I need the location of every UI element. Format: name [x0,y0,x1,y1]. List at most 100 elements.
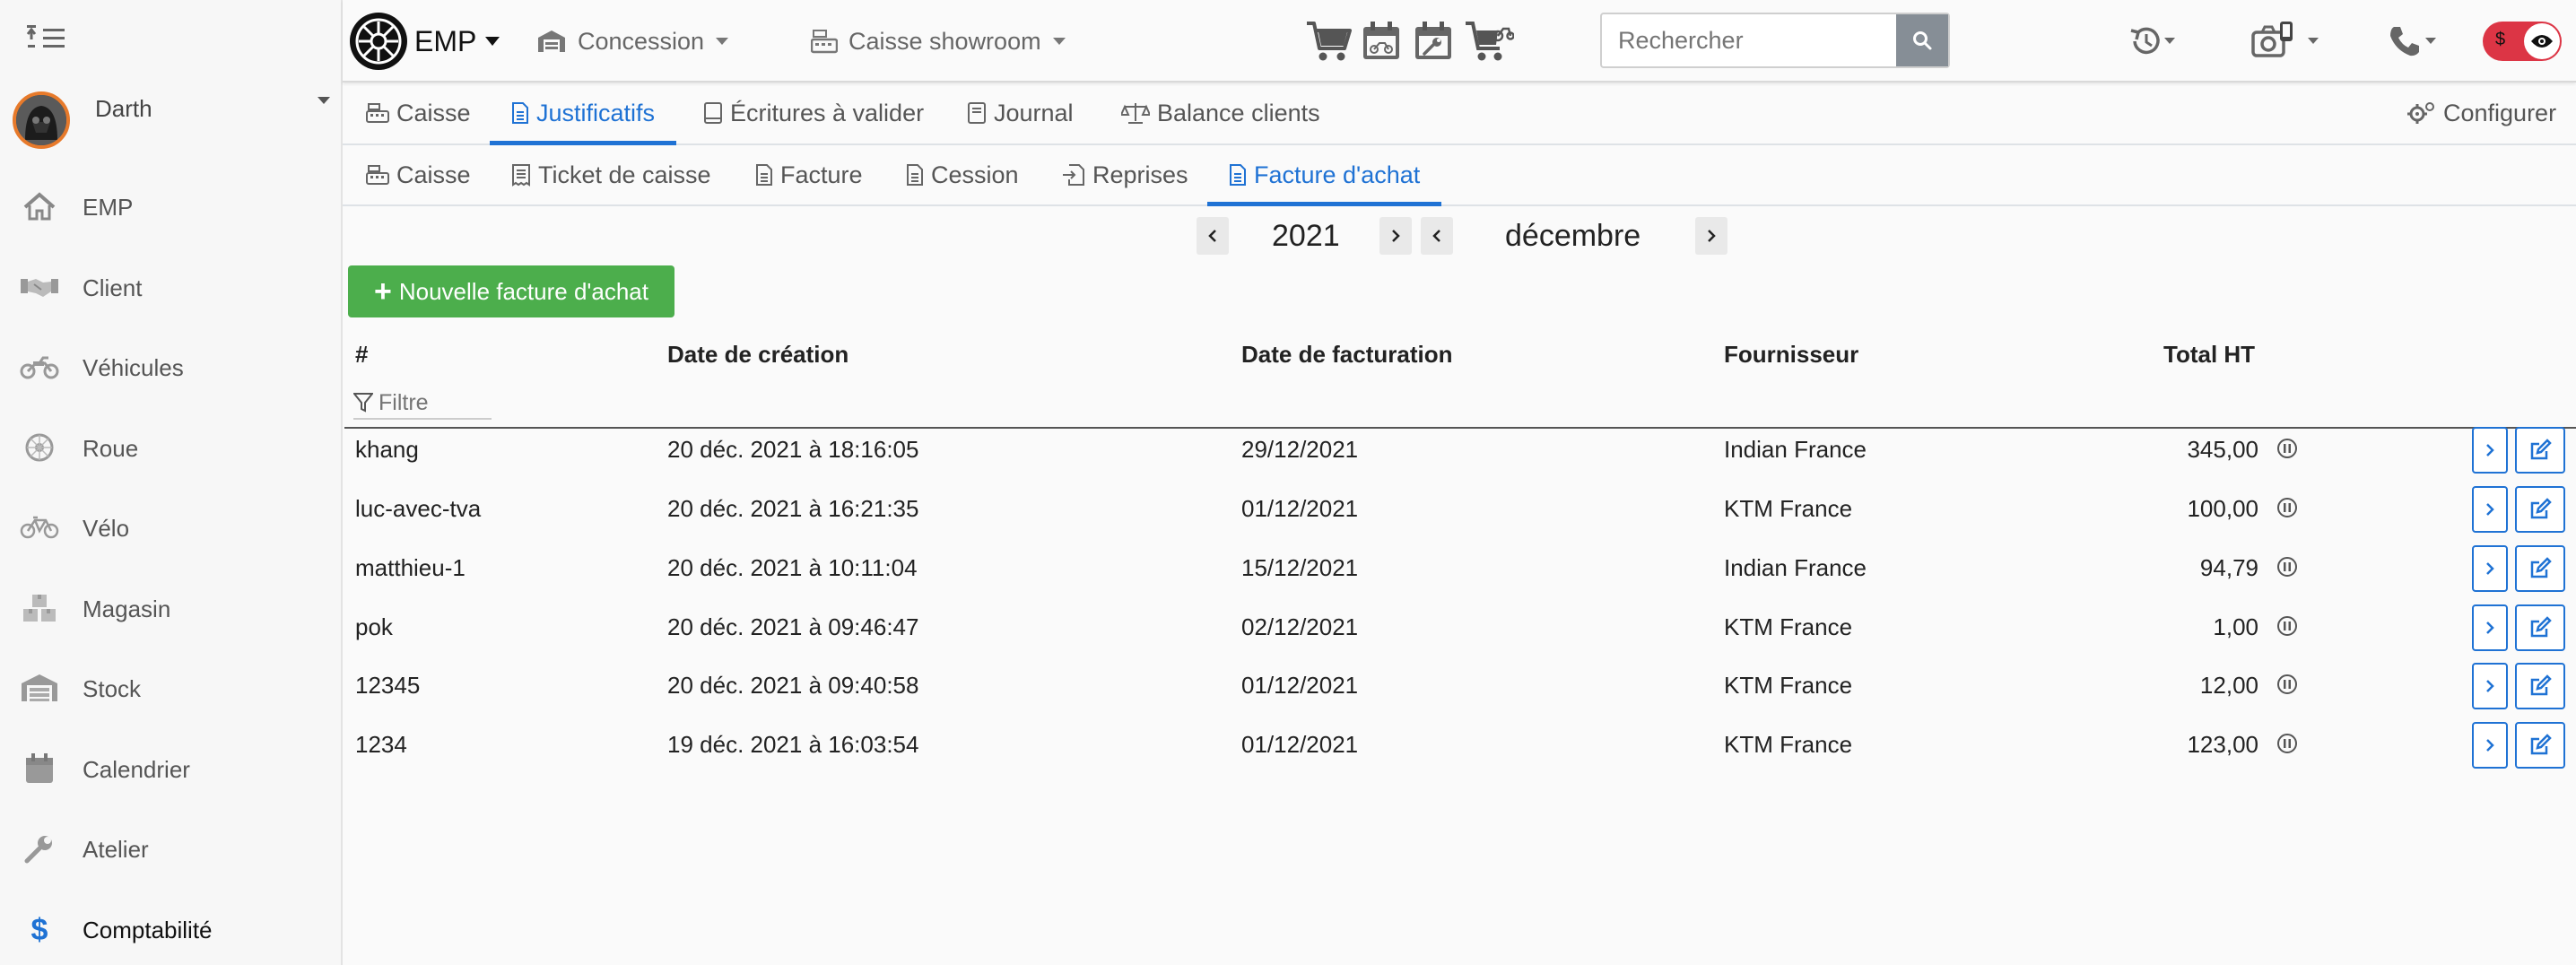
row-open-button[interactable] [2472,486,2508,533]
sidebar-item-velo[interactable]: Vélo [0,488,341,569]
subtab-caisse[interactable]: Caisse [366,145,471,204]
boxes-icon [20,592,59,624]
sidebar-item-emp[interactable]: EMP [0,167,341,248]
cell-created: 20 déc. 2021 à 16:21:35 [667,495,919,522]
brand-dropdown[interactable]: EMP [350,13,501,70]
pause-icon [2276,438,2298,459]
sidebar-item-client[interactable]: Client [0,248,341,328]
sidebar-toggle-icon[interactable] [23,23,70,54]
row-edit-button[interactable] [2515,604,2565,651]
sidebar-item-vehicules[interactable]: Véhicules [0,327,341,408]
table-row[interactable]: 12345 20 déc. 2021 à 09:40:58 01/12/2021… [343,659,2576,718]
cell-billed: 01/12/2021 [1241,731,1359,758]
sidebar-item-atelier[interactable]: Atelier [0,809,341,890]
row-open-button[interactable] [2472,604,2508,651]
year-label: 2021 [1272,218,1340,253]
table-row[interactable]: matthieu-1 20 déc. 2021 à 10:11:04 15/12… [343,542,2576,601]
cash-register-icon [366,102,389,124]
warehouse-icon [20,672,59,704]
history-icon [2128,23,2163,59]
sidebar-item-roue[interactable]: Roue [0,408,341,489]
search-input[interactable] [1602,14,1898,66]
cell-billed: 15/12/2021 [1241,554,1359,581]
tab-caisse[interactable]: Caisse [366,83,471,143]
year-prev-button[interactable] [1197,217,1229,255]
empire-logo-icon [350,13,407,70]
cell-total: 12,00 [2199,672,2258,699]
caisse-dropdown[interactable]: Caisse showroom [811,23,1066,59]
calendar-wrench-icon[interactable] [1408,18,1458,65]
edit-icon [2528,734,2552,757]
cart-icon[interactable] [1304,18,1354,65]
edit-icon [2528,439,2552,462]
column-header-id[interactable]: # [355,341,368,369]
concession-dropdown[interactable]: Concession [536,23,729,59]
motorcycle-icon [20,351,59,383]
caret-down-icon [715,37,729,46]
month-next-button[interactable] [1695,217,1727,255]
edit-icon [2528,674,2552,698]
row-open-button[interactable] [2472,663,2508,709]
dollar-icon: $ [20,913,59,945]
table-row[interactable]: luc-avec-tva 20 déc. 2021 à 16:21:35 01/… [343,482,2576,542]
sidebar-item-comptabilite[interactable]: $ Comptabilité [0,890,341,965]
subtab-facture-d-achat[interactable]: Facture d'achat [1207,145,1442,206]
cell-id: 1234 [355,731,407,758]
file-import-icon [1062,163,1085,187]
column-header-billed[interactable]: Date de facturation [1241,341,1453,369]
sidebar: Darth EMP Client Véhicules Roue Vélo Mag… [0,0,343,965]
sidebar-item-stock[interactable]: Stock [0,648,341,729]
subtab-reprises[interactable]: Reprises [1062,145,1188,204]
tab-justificatifs[interactable]: Justificatifs [490,83,677,145]
row-edit-button[interactable] [2515,663,2565,709]
row-open-button[interactable] [2472,427,2508,474]
row-edit-button[interactable] [2515,427,2565,474]
tab-journal[interactable]: Journal [967,83,1074,143]
phone-dropdown[interactable] [2384,18,2441,65]
journal-icon [967,101,987,125]
row-edit-button[interactable] [2515,486,2565,533]
camera-dropdown[interactable] [2242,18,2328,65]
edit-icon [2528,616,2552,639]
user-menu[interactable]: Darth [13,90,335,152]
year-next-button[interactable] [1379,217,1412,255]
table-row[interactable]: khang 20 déc. 2021 à 18:16:05 29/12/2021… [343,423,2576,482]
tab-balance-clients[interactable]: Balance clients [1121,83,1320,143]
subtab-facture[interactable]: Facture [755,145,863,204]
row-open-button[interactable] [2472,545,2508,592]
subtab-ticket-de-caisse[interactable]: Ticket de caisse [511,145,711,204]
column-header-created[interactable]: Date de création [667,341,849,369]
bicycle-icon [20,511,59,543]
column-header-supplier[interactable]: Fournisseur [1724,341,1858,369]
chevron-right-icon [2485,621,2495,635]
search-button[interactable] [1896,14,1948,66]
subtab-cession[interactable]: Cession [906,145,1019,204]
table-row[interactable]: pok 20 déc. 2021 à 09:46:47 02/12/2021 K… [343,601,2576,660]
cell-id: 12345 [355,672,421,699]
pause-icon [2276,674,2298,695]
row-edit-button[interactable] [2515,722,2565,769]
calendar-motorcycle-icon[interactable] [1356,18,1406,65]
tab-ecritures-a-valider[interactable]: Écritures à valider [703,83,924,143]
price-visibility-toggle[interactable]: $ [2483,22,2562,61]
caret-down-icon [316,95,332,106]
month-prev-button[interactable] [1421,217,1453,255]
column-header-total[interactable]: Total HT [2163,341,2255,369]
row-open-button[interactable] [2472,722,2508,769]
cell-billed: 02/12/2021 [1241,613,1359,640]
sidebar-item-calendrier[interactable]: Calendrier [0,729,341,810]
filter-input[interactable] [379,389,486,416]
table-row[interactable]: 1234 19 déc. 2021 à 16:03:54 01/12/2021 … [343,718,2576,778]
sidebar-item-magasin[interactable]: Magasin [0,569,341,649]
row-edit-button[interactable] [2515,545,2565,592]
cell-supplier: KTM France [1724,495,1853,522]
main-tabs: Caisse Justificatifs Écritures à valider… [343,83,2576,145]
history-dropdown[interactable] [2120,18,2183,65]
cell-supplier: Indian France [1724,436,1867,463]
configure-button[interactable]: Configurer [2407,83,2556,143]
cell-id: pok [355,613,393,640]
cart-motorcycle-icon[interactable] [1464,18,1514,65]
search-icon [1911,30,1933,51]
calendar-icon [20,752,59,785]
new-purchase-invoice-button[interactable]: + Nouvelle facture d'achat [348,265,674,317]
